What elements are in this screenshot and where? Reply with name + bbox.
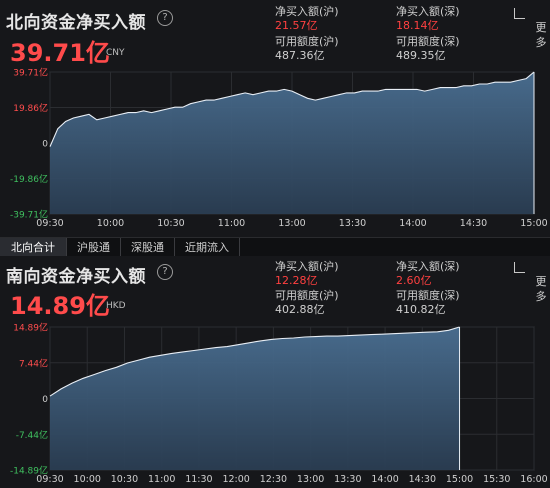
x-tick-label: 13:00: [297, 474, 324, 485]
tab-shanghai-connect[interactable]: 沪股通: [67, 238, 121, 257]
y-tick-label: 39.71亿: [13, 67, 48, 79]
x-tick-label: 11:00: [148, 474, 175, 485]
southbound-panel: 南向资金净买入额 ? 14.89亿 HKD 净买入额(沪) 12.28亿 可用额…: [0, 256, 550, 488]
x-tick-label: 15:00: [446, 474, 473, 485]
help-icon[interactable]: ?: [157, 10, 173, 26]
northbound-currency: CNY: [106, 48, 125, 58]
tab-north-total[interactable]: 北向合计: [0, 238, 67, 257]
series-area: [50, 72, 534, 214]
southbound-chart: 14.89亿7.44亿0-7.44亿-14.89亿09:30 10:00 10:30…: [10, 322, 548, 485]
sz-quota-value: 489.35亿: [396, 49, 446, 62]
x-tick-label: 13:30: [339, 218, 366, 229]
x-tick-label: 13:30: [334, 474, 361, 485]
sz-quota-value: 410.82亿: [396, 303, 446, 316]
y-tick-label: 19.86亿: [13, 102, 48, 114]
x-tick-label: 14:30: [460, 218, 487, 229]
expand-icon[interactable]: [514, 262, 525, 273]
southbound-title: 南向资金净买入额: [6, 267, 146, 287]
x-tick-label: 15:30: [483, 474, 510, 485]
sh-quota-value: 487.36亿: [275, 49, 325, 62]
sz-net-buy-value: 2.60亿: [396, 274, 432, 287]
northbound-panel: 北向资金净买入额 ? 39.71亿 CNY 净买入额(沪) 21.57亿 可用额…: [0, 0, 550, 237]
expand-icon[interactable]: [514, 8, 525, 19]
sz-net-buy-value: 18.14亿: [396, 19, 439, 32]
y-tick-label: 7.44亿: [19, 357, 48, 369]
tab-shenzhen-connect[interactable]: 深股通: [121, 238, 175, 257]
x-tick-label: 11:30: [185, 474, 212, 485]
northbound-title: 北向资金净买入额: [6, 13, 146, 33]
x-tick-label: 10:30: [111, 474, 138, 485]
y-tick-label: 14.89亿: [13, 322, 48, 334]
y-tick-label: 0: [42, 140, 48, 150]
y-tick-label: -7.44亿: [16, 429, 48, 441]
x-tick-label: 14:00: [371, 474, 398, 485]
x-tick-label: 14:00: [399, 218, 426, 229]
series-area: [50, 327, 460, 470]
more-button[interactable]: 更 多: [532, 20, 550, 50]
x-tick-label: 13:00: [278, 218, 305, 229]
x-tick-label: 11:00: [218, 218, 245, 229]
x-tick-label: 10:00: [97, 218, 124, 229]
x-tick-label: 10:30: [157, 218, 184, 229]
x-tick-label: 14:30: [409, 474, 436, 485]
x-tick-label: 12:30: [260, 474, 287, 485]
more-button[interactable]: 更 多: [532, 274, 550, 304]
x-tick-label: 09:30: [36, 218, 63, 229]
sh-net-buy-value: 12.28亿: [275, 274, 318, 287]
x-tick-label: 16:00: [520, 474, 547, 485]
x-tick-label: 15:00: [520, 218, 547, 229]
northbound-chart: 39.71亿19.86亿0-19.86亿-39.71亿09:30 10:00 10:…: [10, 67, 548, 230]
x-tick-label: 12:00: [222, 474, 249, 485]
help-icon[interactable]: ?: [157, 264, 173, 280]
sh-net-buy-value: 21.57亿: [275, 19, 318, 32]
y-tick-label: -19.86亿: [10, 173, 48, 185]
tab-bar: 北向合计 沪股通 深股通 近期流入: [0, 237, 550, 258]
tab-recent-inflow[interactable]: 近期流入: [175, 238, 240, 257]
southbound-currency: HKD: [106, 301, 126, 311]
sh-quota-value: 402.88亿: [275, 303, 325, 316]
southbound-amount: 14.89亿: [10, 292, 110, 320]
x-tick-label: 10:00: [74, 474, 101, 485]
y-tick-label: 0: [42, 395, 48, 405]
northbound-amount: 39.71亿: [10, 39, 110, 67]
x-tick-label: 09:30: [36, 474, 63, 485]
